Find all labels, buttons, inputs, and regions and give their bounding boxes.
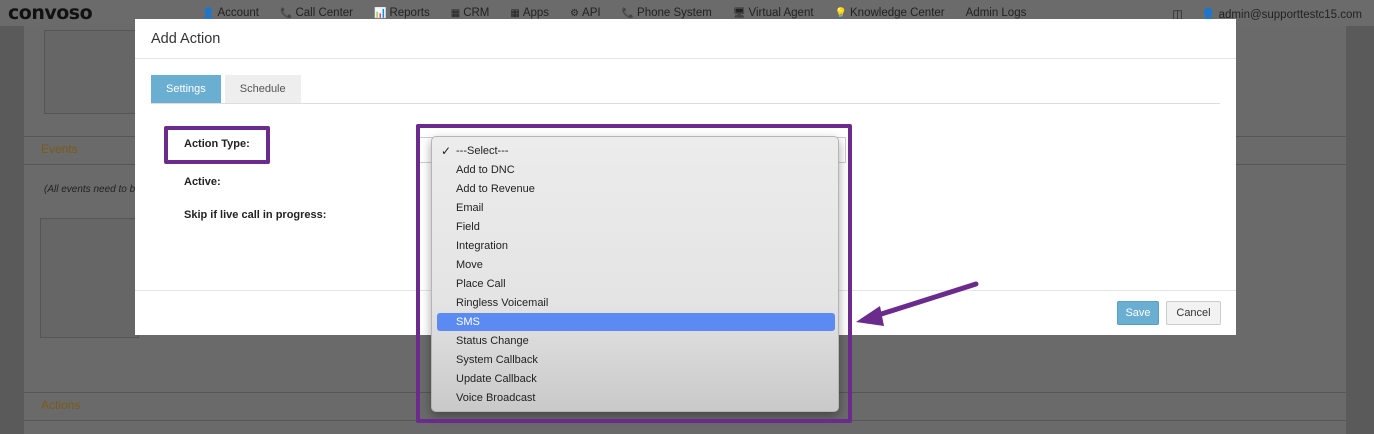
lightbulb-icon: 💡 [834,7,847,19]
table-icon: ▦ [450,7,461,19]
bar-chart-icon: 📊 [374,7,387,19]
background-panel [40,218,139,338]
events-title: Events [41,142,78,156]
grid-icon: ▦ [510,7,520,19]
background-panel [44,30,139,114]
annotation-arrow-icon [856,281,979,326]
nav-item-label: Virtual Agent [748,7,814,19]
modal-header: Add Action [135,19,1236,59]
phone-icon: 📞 [621,7,635,19]
active-label: Active: [184,176,221,188]
tab-settings[interactable]: Settings [151,75,221,103]
nav-item-label: CRM [463,7,490,19]
modal-title: Add Action [151,31,221,47]
monitor-icon: 🖥 [732,7,746,19]
skip-live-call-label: Skip if live call in progress: [184,209,327,221]
save-button[interactable]: Save [1117,301,1159,325]
tab-schedule[interactable]: Schedule [224,75,301,103]
nav-item-knowledge-center[interactable]: 💡 Knowledge Center [835,7,945,19]
gear-icon: ⚙ [570,7,580,19]
logo[interactable]: convoso [8,2,93,24]
nav-item-admin-logs[interactable]: Admin Logs [966,7,1027,19]
nav-item-label: Phone System [637,7,712,19]
cancel-button[interactable]: Cancel [1166,301,1221,325]
nav-item-call-center[interactable]: 📞 Call Center [280,7,353,19]
annotation-box-action-type [164,126,270,164]
nav-item-apps[interactable]: ▦ Apps [510,7,549,19]
user-email: admin@supporttestc15.com [1218,9,1362,21]
nav-item-label: Reports [389,7,430,19]
nav-item-label: Admin Logs [965,7,1027,19]
nav-item-api[interactable]: ⚙ API [570,7,601,19]
actions-title: Actions [41,398,81,412]
nav-item-crm[interactable]: ▦ CRM [451,7,490,19]
nav-item-phone-system[interactable]: 📞 Phone System [622,7,712,19]
nav-item-label: Call Center [295,7,353,19]
tab-divider [151,103,1220,104]
nav-item-label: Account [217,7,260,19]
phone-icon: 📞 [280,7,293,19]
nav-item-reports[interactable]: 📊 Reports [374,7,430,19]
user-icon: 👤 [202,7,215,19]
nav-item-virtual-agent[interactable]: 🖥 Virtual Agent [733,7,814,19]
modal-tabs: Settings Schedule [151,75,301,103]
nav-item-label: API [582,7,601,19]
annotation-box-dropdown [416,124,852,423]
nav-menu: 👤 Account 📞 Call Center 📊 Reports ▦ CRM ▦ App… [202,7,1047,19]
nav-item-account[interactable]: 👤 Account [202,7,259,19]
nav-item-label: Knowledge Center [850,7,945,19]
nav-item-label: Apps [522,7,550,19]
events-note: (All events need to b [44,184,136,195]
